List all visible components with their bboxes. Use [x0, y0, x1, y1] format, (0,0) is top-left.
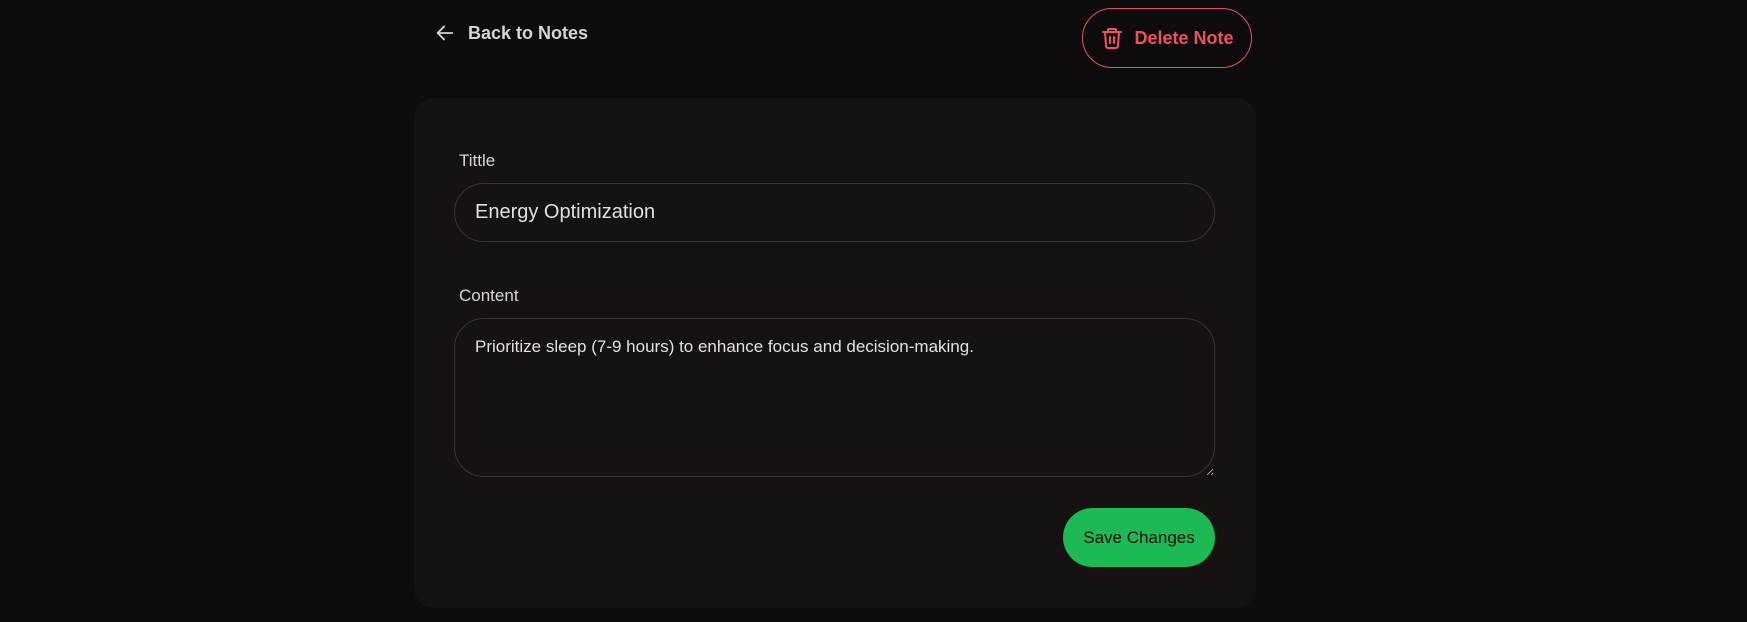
title-input[interactable] — [454, 183, 1215, 242]
back-to-notes-link[interactable]: Back to Notes — [434, 22, 588, 44]
top-bar: Back to Notes Delete Note — [414, 0, 1256, 78]
title-field-label: Tittle — [459, 151, 496, 170]
save-changes-button[interactable]: Save Changes — [1063, 508, 1215, 567]
trash-icon — [1100, 26, 1124, 50]
edit-note-card: Tittle Content Prioritize sleep (7-9 hou… — [414, 98, 1256, 608]
content-textarea[interactable]: Prioritize sleep (7-9 hours) to enhance … — [454, 318, 1215, 477]
arrow-left-icon — [434, 22, 456, 44]
note-editor-page: Back to Notes Delete Note Tittle Content… — [414, 0, 1256, 622]
delete-note-button[interactable]: Delete Note — [1082, 8, 1252, 68]
back-link-label: Back to Notes — [468, 22, 589, 43]
content-field-label: Content — [459, 286, 519, 305]
delete-note-label: Delete Note — [1134, 27, 1234, 48]
